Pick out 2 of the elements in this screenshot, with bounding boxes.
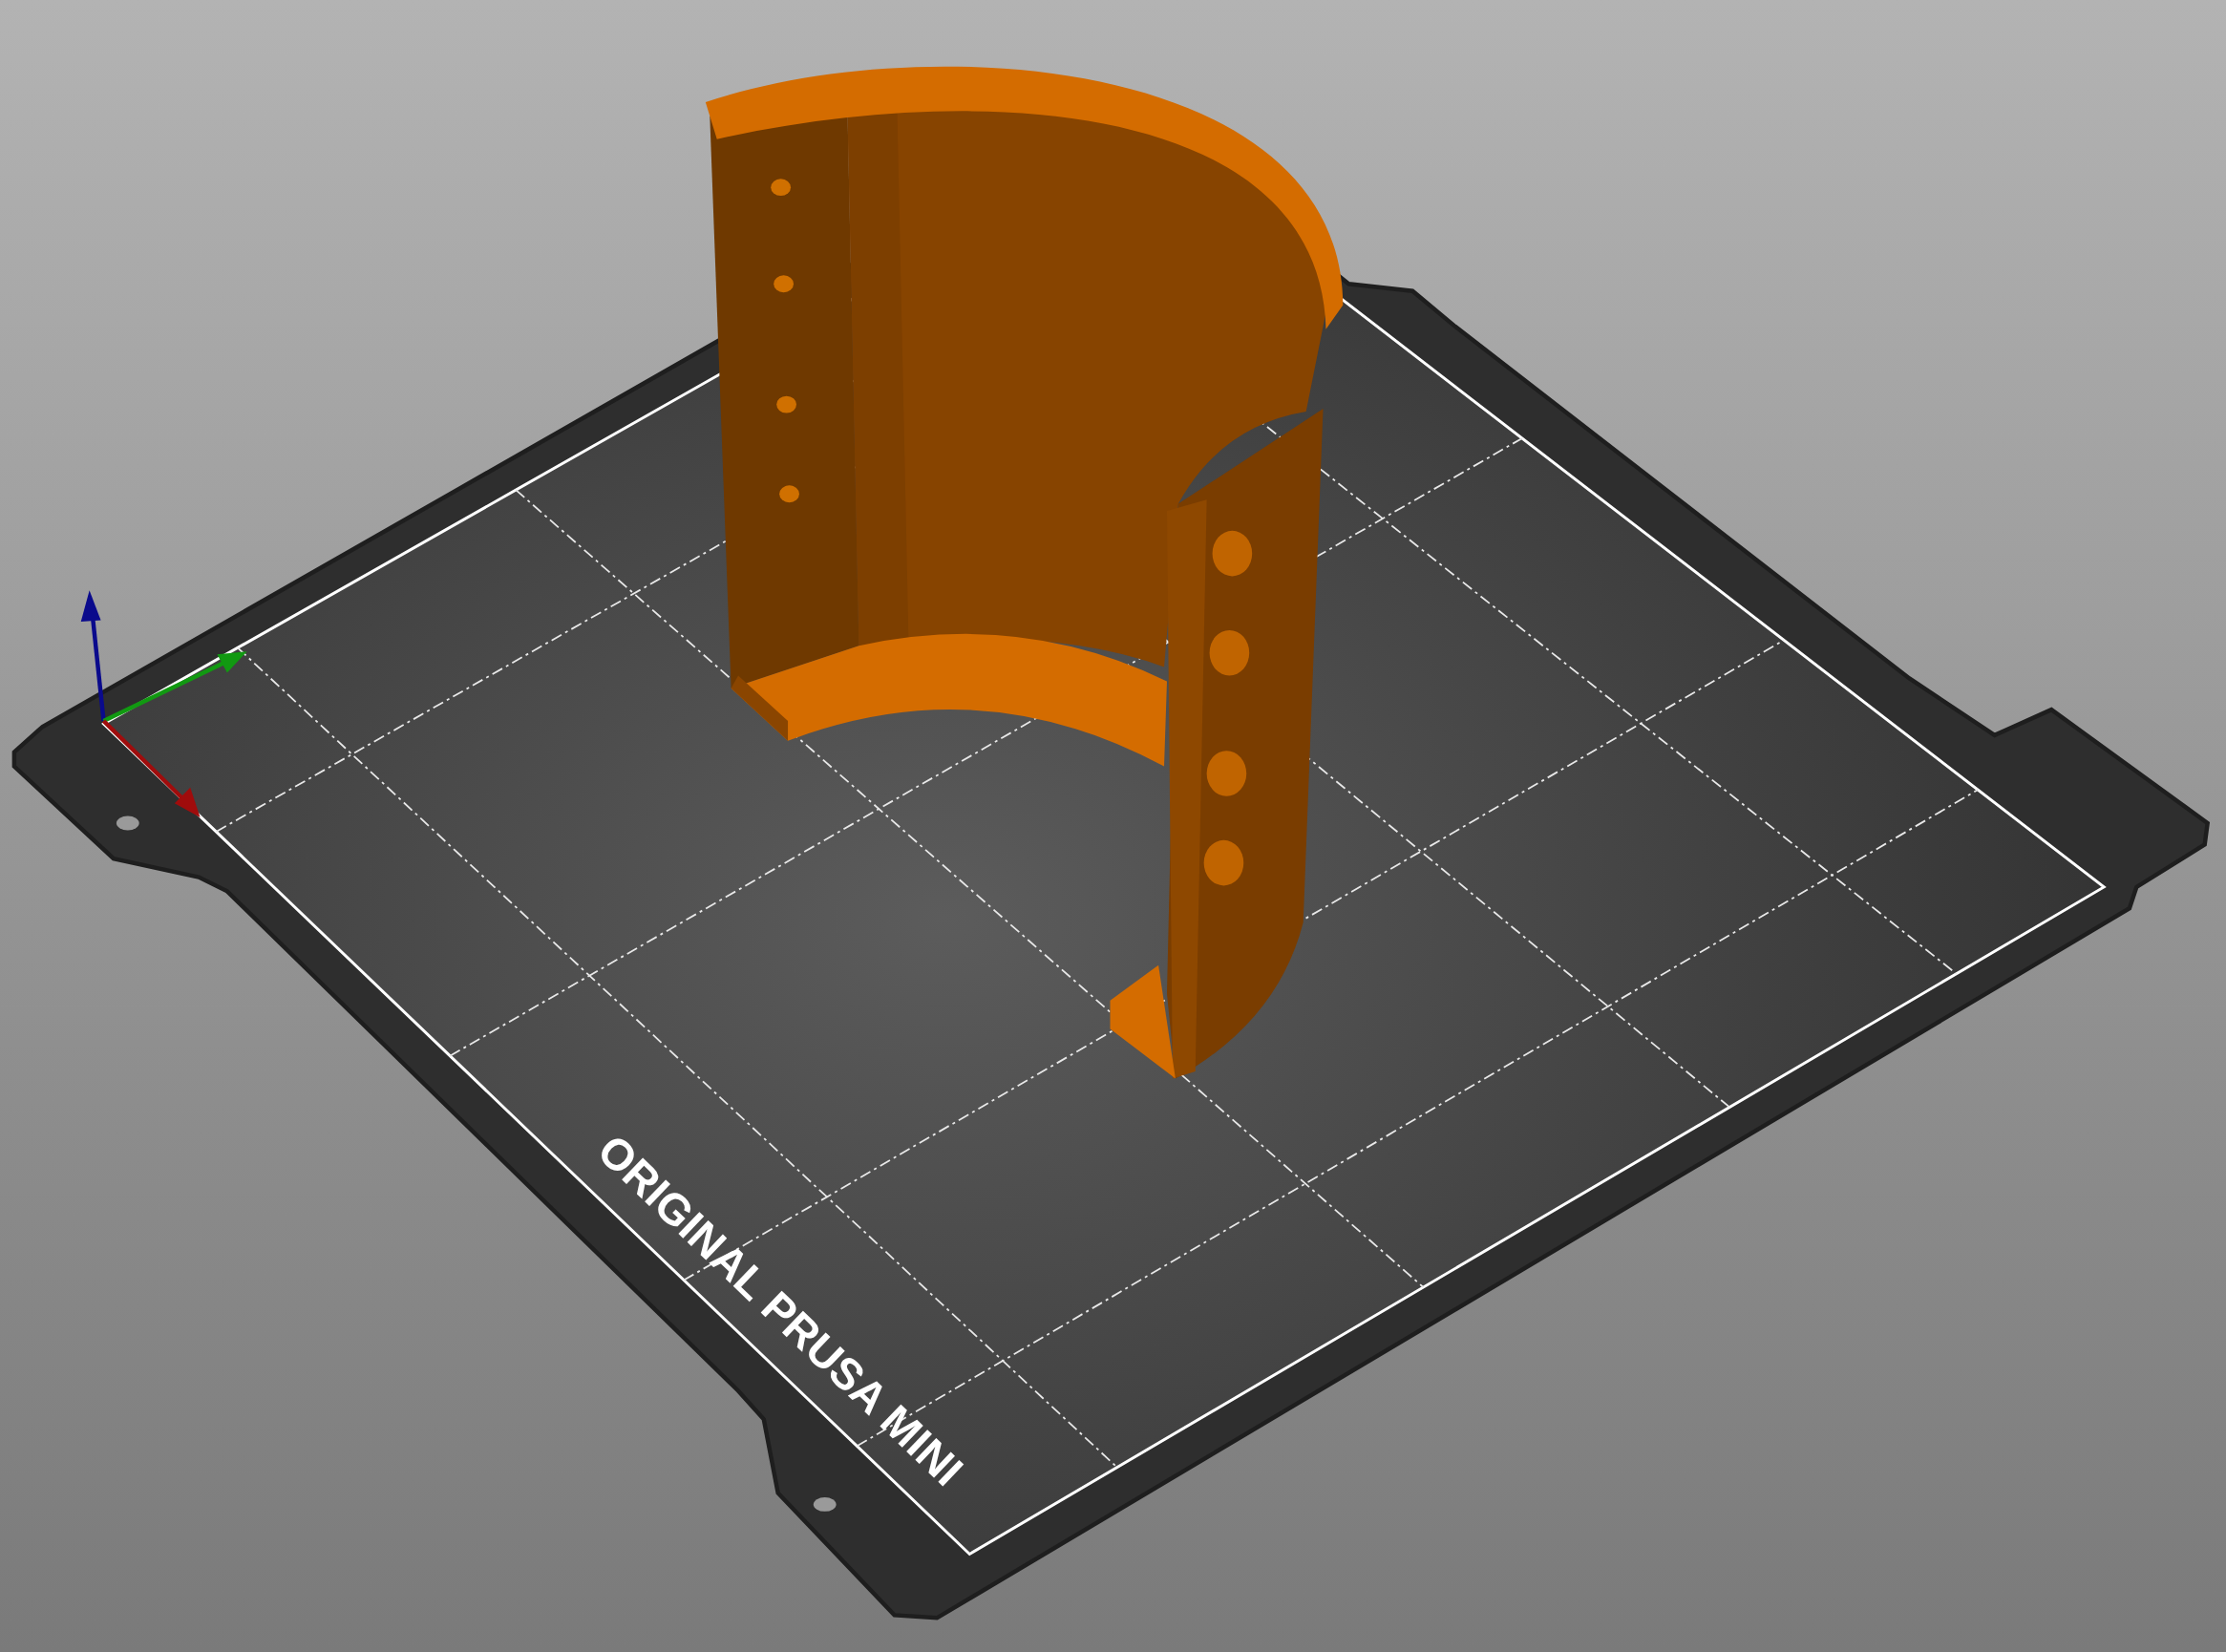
mount-hole	[813, 1497, 837, 1512]
mount-hole	[116, 815, 139, 831]
